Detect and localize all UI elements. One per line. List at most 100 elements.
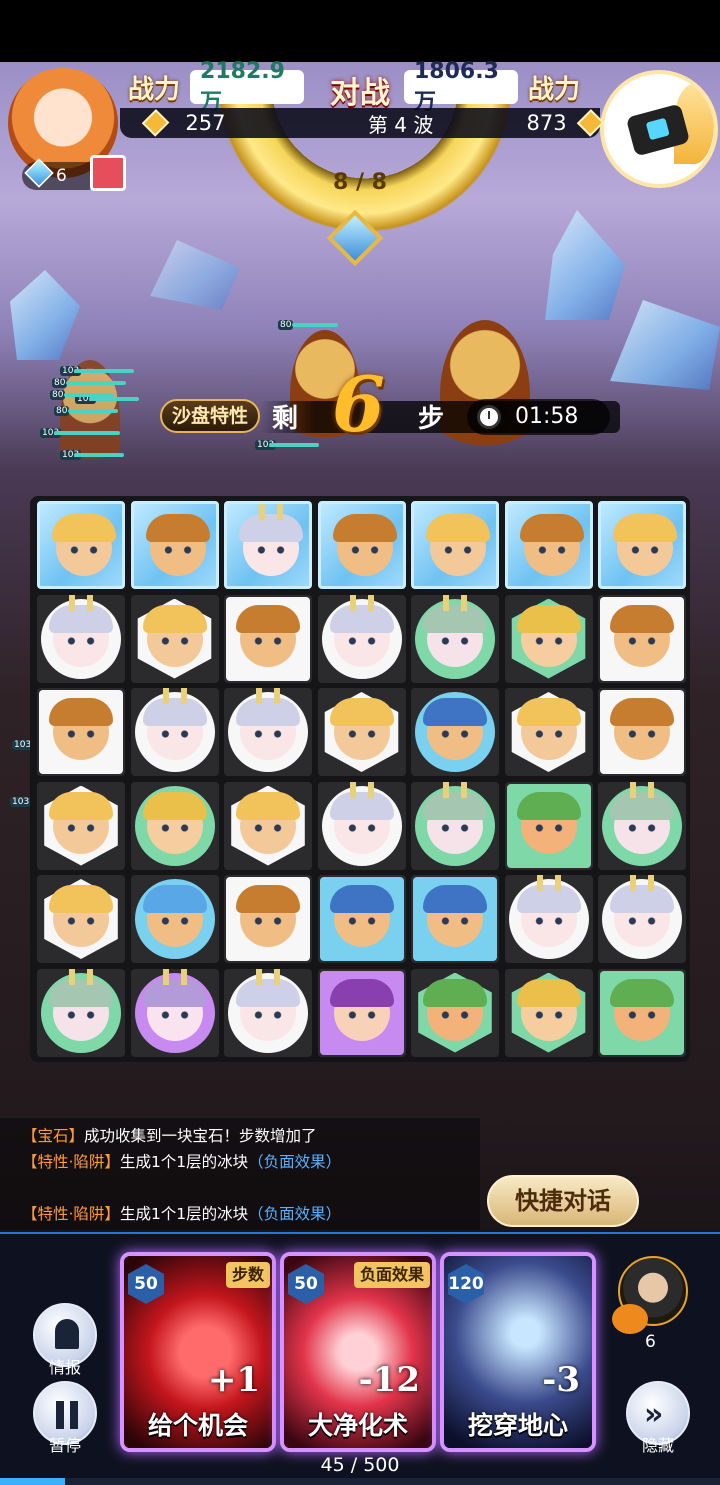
- card-name: 给个机会: [147, 1411, 248, 1440]
- wave-strip: 257 第 4 波 873: [120, 108, 605, 138]
- log-line: 【特性·陷阱】生成1个1层的冰块（负面效果）: [22, 1153, 342, 1171]
- monkey-character-icon: [610, 698, 674, 760]
- gift-icon[interactable]: [90, 155, 126, 191]
- right-power-label: 战力: [528, 74, 581, 105]
- board-tile-leaf[interactable]: [598, 968, 686, 1057]
- board-tile-purple[interactable]: [317, 968, 406, 1057]
- card-bonus: -12: [358, 1360, 420, 1400]
- board-tile-bunny[interactable]: [224, 968, 312, 1057]
- board-tile-blondegreen[interactable]: [504, 594, 593, 683]
- board-tile-bunnygreen[interactable]: [411, 781, 499, 870]
- hero-portrait[interactable]: [612, 1248, 698, 1340]
- hp-bar: 80: [52, 378, 132, 388]
- card-name: 大净化术: [307, 1411, 408, 1440]
- bunny-character-icon: [236, 968, 300, 1041]
- card-bonus: -3: [542, 1360, 580, 1400]
- bunny-character-icon: [142, 688, 207, 760]
- pause-icon: [56, 1401, 78, 1429]
- purple-character-icon: [329, 978, 394, 1041]
- blonde-character-icon: [236, 791, 300, 854]
- board-tile-leaf[interactable]: [504, 781, 593, 870]
- hide-label: 隐藏: [641, 1436, 674, 1455]
- board-tile-bunnygreen[interactable]: [598, 781, 686, 870]
- timer-text: 01:58: [515, 404, 579, 429]
- board-tile-violet[interactable]: [130, 968, 219, 1057]
- board-tile-blonde[interactable]: [598, 501, 686, 589]
- board-tile-blue[interactable]: [411, 688, 499, 776]
- board-tile-monkey[interactable]: [130, 501, 219, 589]
- diamond-icon: [24, 158, 54, 188]
- board-tile-bunnygreen[interactable]: [411, 594, 499, 683]
- battle-log: 【宝石】成功收集到一块宝石！步数增加了 【特性·陷阱】生成1个1层的冰块（负面效…: [0, 1118, 480, 1230]
- board-tile-bunny[interactable]: [130, 688, 219, 776]
- blue-character-icon: [329, 885, 394, 947]
- board-tile-blonde[interactable]: [37, 875, 125, 963]
- board-tile-blondegreen[interactable]: [504, 968, 593, 1057]
- board-tile-blonde[interactable]: [504, 688, 593, 776]
- left-power-label: 战力: [128, 74, 181, 105]
- timer: 01:58: [467, 399, 610, 435]
- board-tile-blondegreen[interactable]: [130, 781, 219, 870]
- board-tile-leaf[interactable]: [411, 968, 499, 1057]
- bunnygreen-character-icon: [423, 781, 487, 854]
- intel-label: 情报: [48, 1358, 81, 1377]
- board-tile-monkey[interactable]: [598, 688, 686, 776]
- board-tile-bunny[interactable]: [317, 781, 406, 870]
- monkey-character-icon: [519, 514, 584, 576]
- board-tile-monkey[interactable]: [598, 594, 686, 683]
- enemy-avatar[interactable]: [600, 70, 718, 188]
- bunnygreen-character-icon: [423, 594, 487, 667]
- board-tile-monkey[interactable]: [317, 501, 406, 589]
- progress-bar: [0, 1478, 720, 1485]
- board-tile-bunny[interactable]: [504, 875, 593, 963]
- board-tile-blonde[interactable]: [317, 688, 406, 776]
- status-strip: 沙盘特性 剩 6 步 01:58: [160, 360, 620, 449]
- bunny-character-icon: [236, 688, 300, 760]
- crystal-decoration: [150, 240, 240, 310]
- board-tile-monkey[interactable]: [224, 594, 312, 683]
- quick-chat-button[interactable]: 快捷对话: [487, 1175, 639, 1227]
- crown-character-icon: [142, 885, 207, 947]
- player-gem-count: 6: [56, 166, 67, 186]
- board-tile-blue[interactable]: [411, 875, 499, 963]
- remaining-label: 剩: [272, 404, 299, 434]
- board-tile-blonde[interactable]: [37, 781, 125, 870]
- board-tile-blonde[interactable]: [224, 781, 312, 870]
- board-tile-bunny[interactable]: [37, 594, 125, 683]
- blonde-character-icon: [142, 604, 207, 667]
- board-tile-monkey[interactable]: [37, 688, 125, 776]
- crystal-decoration: [610, 300, 720, 390]
- bunny-character-icon: [329, 781, 394, 854]
- board-tile-crown[interactable]: [130, 875, 219, 963]
- hp-bar: 80: [54, 406, 124, 416]
- board-tile-monkey[interactable]: [224, 875, 312, 963]
- board-tile-bunny[interactable]: [598, 875, 686, 963]
- star-icon: [141, 109, 170, 137]
- monkey-character-icon: [145, 514, 210, 576]
- board-tile-bunny[interactable]: [224, 501, 312, 589]
- game-stage: 8 / 8 6 战力 2182.9万 对战 1806.3万 战力 257 第 4…: [0, 0, 720, 1485]
- blondegreen-character-icon: [516, 978, 581, 1041]
- hp-bar: 103: [60, 366, 140, 376]
- blonde-character-icon: [49, 885, 113, 947]
- monkey-character-icon: [610, 604, 674, 667]
- board-tile-bunny[interactable]: [317, 594, 406, 683]
- board-tile-monkey[interactable]: [504, 501, 593, 589]
- blonde-character-icon: [52, 514, 116, 576]
- monkey-character-icon: [49, 698, 113, 760]
- wave-label: 第 4 波: [367, 112, 434, 137]
- left-power-value: 2182.9万: [190, 59, 305, 115]
- skill-card-dig[interactable]: 120 -3 挖穿地心: [440, 1252, 596, 1452]
- skill-card-purify[interactable]: 50 负面效果 -12 大净化术: [280, 1252, 436, 1452]
- board-tile-blonde[interactable]: [130, 594, 219, 683]
- log-line: 【宝石】成功收集到一块宝石！步数增加了: [22, 1127, 317, 1145]
- skill-card-chance[interactable]: 50 步数 +1 给个机会: [120, 1252, 276, 1452]
- board-tile-bunny[interactable]: [224, 688, 312, 776]
- board-tile-blonde[interactable]: [411, 501, 499, 589]
- board-tile-blue[interactable]: [317, 875, 406, 963]
- double-chevron-right-icon: »: [644, 1397, 664, 1432]
- left-power: 战力 2182.9万: [128, 59, 305, 115]
- board-tile-blonde[interactable]: [37, 501, 125, 589]
- board-tile-bunnygreen[interactable]: [37, 968, 125, 1057]
- sandbox-trait-button[interactable]: 沙盘特性: [160, 399, 260, 433]
